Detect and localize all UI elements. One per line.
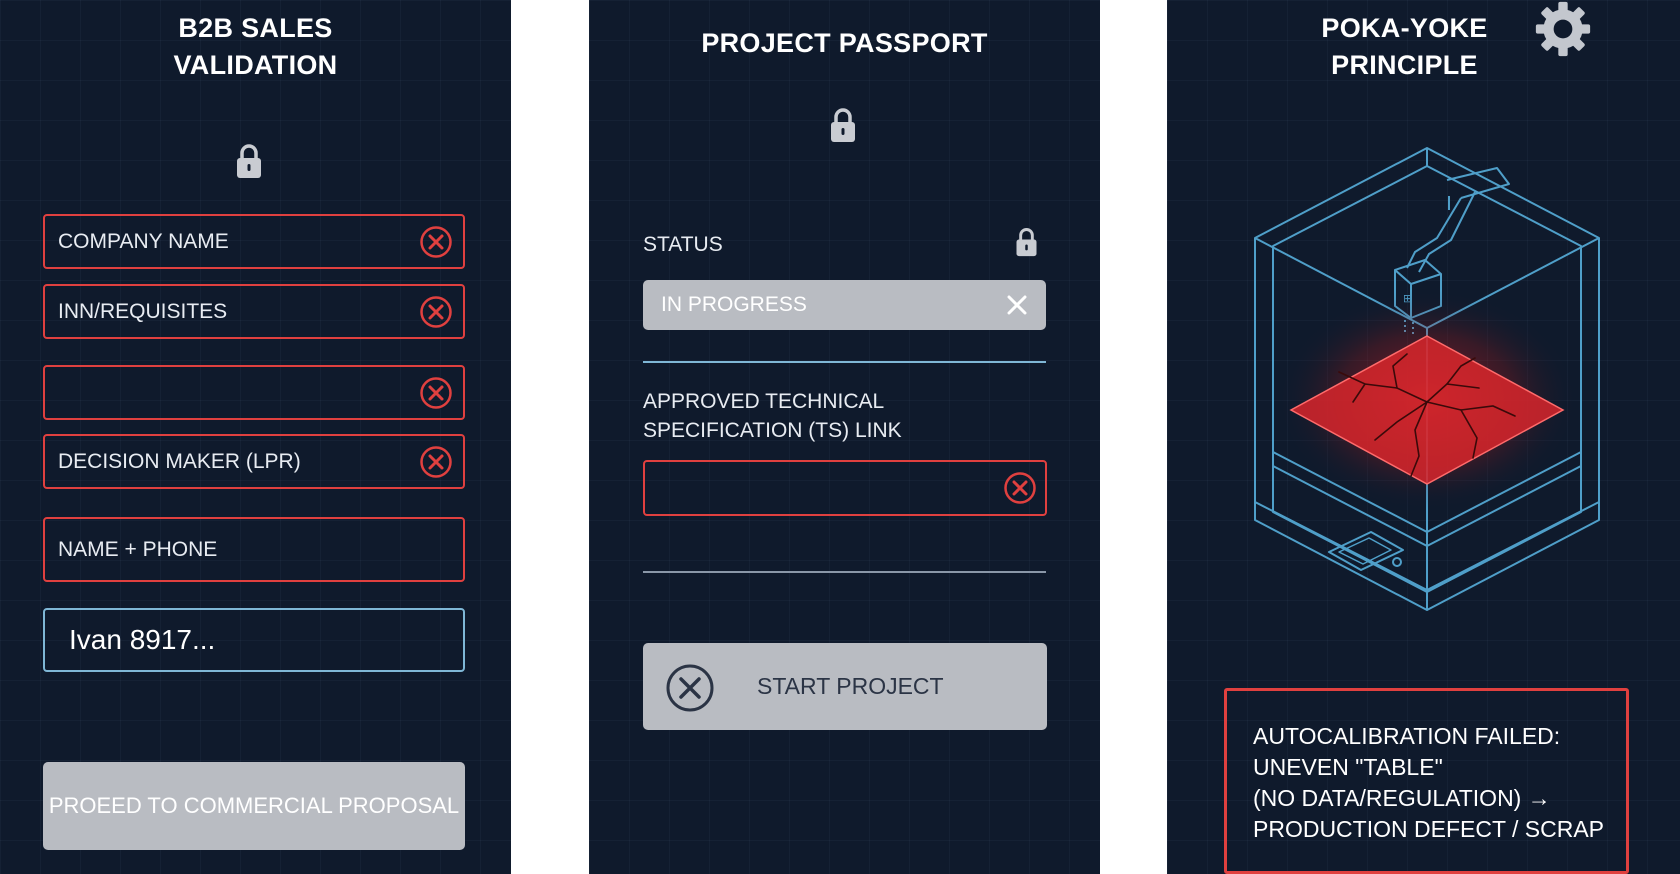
status-label: STATUS (643, 233, 723, 256)
panel-title: B2B SALES VALIDATION (173, 13, 338, 80)
company-name-field[interactable]: COMPANY NAME (43, 214, 465, 269)
panel-title: PROJECT PASSPORT (701, 28, 988, 58)
close-circle-icon[interactable] (419, 445, 453, 479)
lock-icon (234, 142, 264, 180)
proceed-to-commercial-proposal-button[interactable]: PROEED TO COMMERCIAL PROPOSAL (43, 762, 465, 850)
autocalibration-alert: AUTOCALIBRATION FAILED: UNEVEN "TABLE" (… (1224, 688, 1629, 874)
close-x-icon[interactable] (1006, 294, 1028, 316)
close-circle-icon[interactable] (419, 376, 453, 410)
close-circle-icon (666, 664, 714, 712)
input-value: Ivan 8917... (69, 624, 216, 655)
name-phone-field[interactable]: NAME + PHONE (43, 517, 465, 582)
status-value: IN PROGRESS (661, 293, 807, 316)
field-label: COMPANY NAME (58, 229, 229, 253)
divider (643, 361, 1046, 363)
inn-requisites-field[interactable]: INN/REQUISITES (43, 284, 465, 339)
b2b-sales-validation-panel: B2B SALES VALIDATION COMPANY NAME INN/RE… (0, 0, 511, 874)
decision-maker-field[interactable]: DECISION MAKER (LPR) (43, 434, 465, 489)
empty-field[interactable] (43, 365, 465, 420)
gear-icon[interactable] (1532, 0, 1594, 58)
divider (643, 571, 1046, 573)
close-circle-icon[interactable] (419, 295, 453, 329)
lock-icon (828, 106, 858, 144)
poka-yoke-panel: POKA-YOKE PRINCIPLE AUTOCALIBRATION FAIL… (1167, 0, 1680, 874)
ts-link-label: APPROVED TECHNICAL SPECIFICATION (TS) LI… (643, 390, 902, 442)
phone-input[interactable]: Ivan 8917... (43, 608, 465, 672)
project-passport-panel: PROJECT PASSPORT STATUS IN PROGRESS APPR… (589, 0, 1100, 874)
3d-printer-illustration: ⊞ (1254, 147, 1600, 611)
field-label: NAME + PHONE (58, 537, 218, 561)
ts-link-input[interactable] (643, 460, 1047, 516)
field-label: DECISION MAKER (LPR) (58, 449, 301, 473)
start-project-button[interactable]: START PROJECT (643, 643, 1047, 730)
field-label: INN/REQUISITES (58, 299, 228, 323)
close-circle-icon[interactable] (1003, 471, 1037, 505)
lock-icon (1014, 226, 1039, 258)
close-circle-icon[interactable] (419, 225, 453, 259)
status-field[interactable]: IN PROGRESS (643, 280, 1046, 330)
